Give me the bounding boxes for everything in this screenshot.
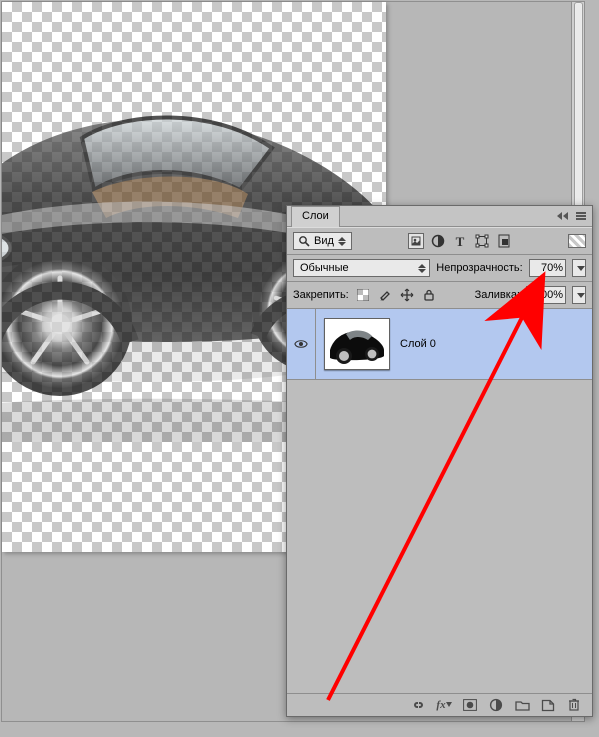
opacity-field[interactable]: 70% xyxy=(529,259,566,277)
collapse-icon[interactable] xyxy=(556,209,570,223)
fx-icon[interactable]: fx xyxy=(436,697,452,713)
lock-all-icon[interactable] xyxy=(421,287,437,303)
folder-icon[interactable] xyxy=(514,697,530,713)
opacity-value: 70% xyxy=(541,262,563,274)
adjust-icon[interactable] xyxy=(430,233,446,249)
eye-icon xyxy=(294,338,308,350)
lock-row: Закрепить: Заливка: 100% xyxy=(287,282,592,309)
fill-label: Заливка: xyxy=(475,289,520,301)
layer-row[interactable]: Слой 0 xyxy=(287,309,592,379)
search-icon xyxy=(298,235,310,247)
new-layer-icon[interactable] xyxy=(540,697,556,713)
tab-layers[interactable]: Слои xyxy=(291,206,340,227)
smart-object-icon[interactable] xyxy=(496,233,512,249)
circle-half-icon[interactable] xyxy=(488,697,504,713)
panel-menu-icon[interactable] xyxy=(574,209,588,223)
tab-label: Слои xyxy=(302,210,329,222)
blend-row: Обычные Непрозрачность: 70% xyxy=(287,255,592,282)
lock-label: Закрепить: xyxy=(293,289,349,301)
fill-field[interactable]: 100% xyxy=(526,286,566,304)
transform-icon[interactable] xyxy=(474,233,490,249)
filter-row: Вид T xyxy=(287,227,592,255)
link-icon[interactable] xyxy=(410,697,426,713)
opacity-dropdown-button[interactable] xyxy=(572,259,586,277)
panel-footer: fx xyxy=(287,693,592,716)
image-filter-icon[interactable] xyxy=(408,233,424,249)
fill-dropdown-button[interactable] xyxy=(572,286,586,304)
search-kind-select[interactable]: Вид xyxy=(293,232,352,250)
blend-mode-value: Обычные xyxy=(300,262,349,274)
lock-transparency-icon[interactable] xyxy=(355,287,371,303)
lock-position-icon[interactable] xyxy=(399,287,415,303)
fill-value: 100% xyxy=(535,289,563,301)
layer-name[interactable]: Слой 0 xyxy=(398,338,436,350)
layer-list: Слой 0 xyxy=(287,309,592,380)
opacity-label: Непрозрачность: xyxy=(436,262,522,274)
blend-mode-select[interactable]: Обычные xyxy=(293,259,430,277)
lock-paint-icon[interactable] xyxy=(377,287,393,303)
text-icon[interactable]: T xyxy=(452,233,468,249)
layers-panel: Слои Вид T xyxy=(286,205,593,717)
mask-icon[interactable] xyxy=(462,697,478,713)
panel-titlebar[interactable]: Слои xyxy=(287,206,592,227)
trash-icon[interactable] xyxy=(566,697,582,713)
layer-thumbnail[interactable] xyxy=(324,318,390,370)
search-kind-label: Вид xyxy=(314,235,334,247)
visibility-toggle[interactable] xyxy=(287,309,316,379)
filter-toggle[interactable] xyxy=(568,234,586,248)
